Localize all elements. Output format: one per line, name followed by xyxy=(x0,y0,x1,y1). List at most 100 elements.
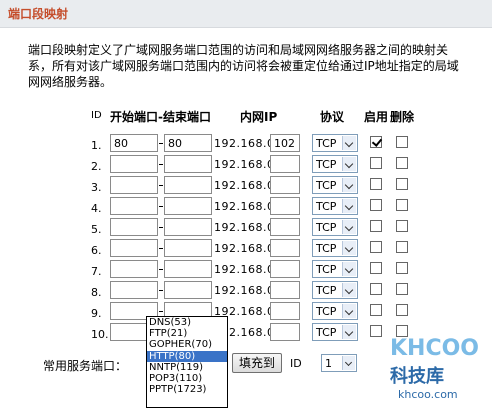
enable-checkbox[interactable] xyxy=(370,262,382,274)
watermark: KHCOO 科技库 khcoo.com xyxy=(370,334,490,408)
end-port-input[interactable] xyxy=(164,218,212,236)
enable-checkbox[interactable] xyxy=(370,283,382,295)
ip-last-octet-input[interactable] xyxy=(270,281,300,299)
watermark-logo: KHCOO xyxy=(390,336,480,361)
ip-last-octet-input[interactable] xyxy=(270,176,300,194)
dropdown-option[interactable]: FTP(21) xyxy=(147,328,227,339)
enable-checkbox[interactable] xyxy=(370,220,382,232)
start-port-input[interactable] xyxy=(110,176,158,194)
end-port-input[interactable] xyxy=(164,239,212,257)
common-services-dropdown[interactable]: DNS(53) FTP(21) GOPHER(70) HTTP(80) NNTP(119… xyxy=(146,316,228,408)
enable-checkbox[interactable] xyxy=(370,136,383,148)
delete-checkbox[interactable] xyxy=(396,178,408,190)
chevron-down-icon[interactable] xyxy=(342,220,356,234)
chevron-down-icon[interactable] xyxy=(342,262,356,276)
protocol-value: TCP xyxy=(316,284,337,297)
chevron-down-icon[interactable] xyxy=(342,178,356,192)
ip-last-octet-input[interactable] xyxy=(270,260,300,278)
ip-last-octet-input[interactable] xyxy=(270,218,300,236)
fill-to-button[interactable]: 填充到 xyxy=(232,353,282,373)
ip-prefix: 192.168.0. xyxy=(214,179,279,192)
ip-last-octet-input[interactable] xyxy=(270,197,300,215)
ip-last-octet-input[interactable] xyxy=(270,323,300,341)
delete-checkbox[interactable] xyxy=(396,157,408,169)
protocol-select[interactable]: TCP xyxy=(312,134,358,152)
dropdown-option[interactable]: NNTP(119) xyxy=(147,362,227,373)
enable-checkbox[interactable] xyxy=(370,241,382,253)
protocol-select[interactable]: TCP xyxy=(312,281,358,299)
delete-checkbox[interactable] xyxy=(396,241,408,253)
protocol-select[interactable]: TCP xyxy=(312,197,358,215)
ip-prefix: 192.168.0. xyxy=(214,263,279,276)
delete-checkbox[interactable] xyxy=(396,283,408,295)
delete-checkbox[interactable] xyxy=(396,220,408,232)
range-dash xyxy=(159,185,163,186)
chevron-down-icon[interactable] xyxy=(342,325,356,339)
delete-checkbox[interactable] xyxy=(396,199,408,211)
page-title: 端口段映射 xyxy=(8,7,69,21)
start-port-input[interactable] xyxy=(110,281,158,299)
end-port-input[interactable] xyxy=(164,155,212,173)
ip-last-octet-input[interactable] xyxy=(270,155,300,173)
end-port-input[interactable] xyxy=(164,197,212,215)
chevron-down-icon[interactable] xyxy=(342,136,356,150)
chevron-down-icon[interactable] xyxy=(342,356,355,370)
enable-checkbox[interactable] xyxy=(370,304,382,316)
start-port-input[interactable] xyxy=(110,260,158,278)
dropdown-option[interactable]: PPTP(1723) xyxy=(147,384,227,395)
protocol-select[interactable]: TCP xyxy=(312,323,358,341)
start-port-input[interactable] xyxy=(110,155,158,173)
id-select[interactable]: 1 xyxy=(321,354,357,372)
row-id: 5. xyxy=(91,223,102,236)
common-services-label: 常用服务端口： xyxy=(43,359,128,373)
ip-prefix: 192.168.0. xyxy=(214,137,279,150)
protocol-value: TCP xyxy=(316,326,337,339)
end-port-input[interactable] xyxy=(164,260,212,278)
chevron-down-icon[interactable] xyxy=(342,283,356,297)
check-icon xyxy=(371,136,383,147)
end-port-input[interactable] xyxy=(164,281,212,299)
delete-checkbox[interactable] xyxy=(396,304,408,316)
ip-prefix: 192.168.0. xyxy=(214,158,279,171)
dropdown-option[interactable]: HTTP(80) xyxy=(147,350,227,362)
chevron-down-icon[interactable] xyxy=(342,241,356,255)
chevron-down-icon[interactable] xyxy=(342,304,356,318)
protocol-select[interactable]: TCP xyxy=(312,260,358,278)
chevron-down-icon[interactable] xyxy=(342,157,356,171)
protocol-value: TCP xyxy=(316,137,337,150)
delete-checkbox[interactable] xyxy=(396,262,408,274)
dropdown-option[interactable]: GOPHER(70) xyxy=(147,339,227,350)
watermark-name: 科技库 xyxy=(390,366,444,387)
ip-last-octet-input[interactable] xyxy=(270,239,300,257)
end-port-input[interactable]: 80 xyxy=(164,134,212,152)
start-port-input[interactable]: 80 xyxy=(110,134,158,152)
protocol-select[interactable]: TCP xyxy=(312,239,358,257)
protocol-value: TCP xyxy=(316,179,337,192)
protocol-value: TCP xyxy=(316,263,337,276)
dropdown-option[interactable]: POP3(110) xyxy=(147,373,227,384)
range-dash xyxy=(159,269,163,270)
end-port-input[interactable] xyxy=(164,176,212,194)
row-id: 10. xyxy=(91,328,109,341)
page-header: 端口段映射 xyxy=(0,0,492,28)
start-port-input[interactable] xyxy=(110,197,158,215)
protocol-select[interactable]: TCP xyxy=(312,155,358,173)
enable-checkbox[interactable] xyxy=(370,178,382,190)
ip-prefix: 192.168.0. xyxy=(214,221,279,234)
delete-checkbox[interactable] xyxy=(396,136,408,148)
column-header-port-range: 开始端口-结束端口 xyxy=(110,110,211,124)
row-id: 2. xyxy=(91,160,102,173)
ip-last-octet-input[interactable]: 102 xyxy=(270,134,300,152)
start-port-input[interactable] xyxy=(110,218,158,236)
start-port-input[interactable] xyxy=(110,239,158,257)
protocol-select[interactable]: TCP xyxy=(312,218,358,236)
chevron-down-icon[interactable] xyxy=(342,199,356,213)
ip-last-octet-input[interactable] xyxy=(270,302,300,320)
protocol-select[interactable]: TCP xyxy=(312,176,358,194)
enable-checkbox[interactable] xyxy=(370,157,382,169)
ip-prefix: 192.168.0. xyxy=(214,284,279,297)
dropdown-option[interactable]: DNS(53) xyxy=(147,317,227,328)
enable-checkbox[interactable] xyxy=(370,199,382,211)
protocol-select[interactable]: TCP xyxy=(312,302,358,320)
id-label: ID xyxy=(290,357,302,370)
